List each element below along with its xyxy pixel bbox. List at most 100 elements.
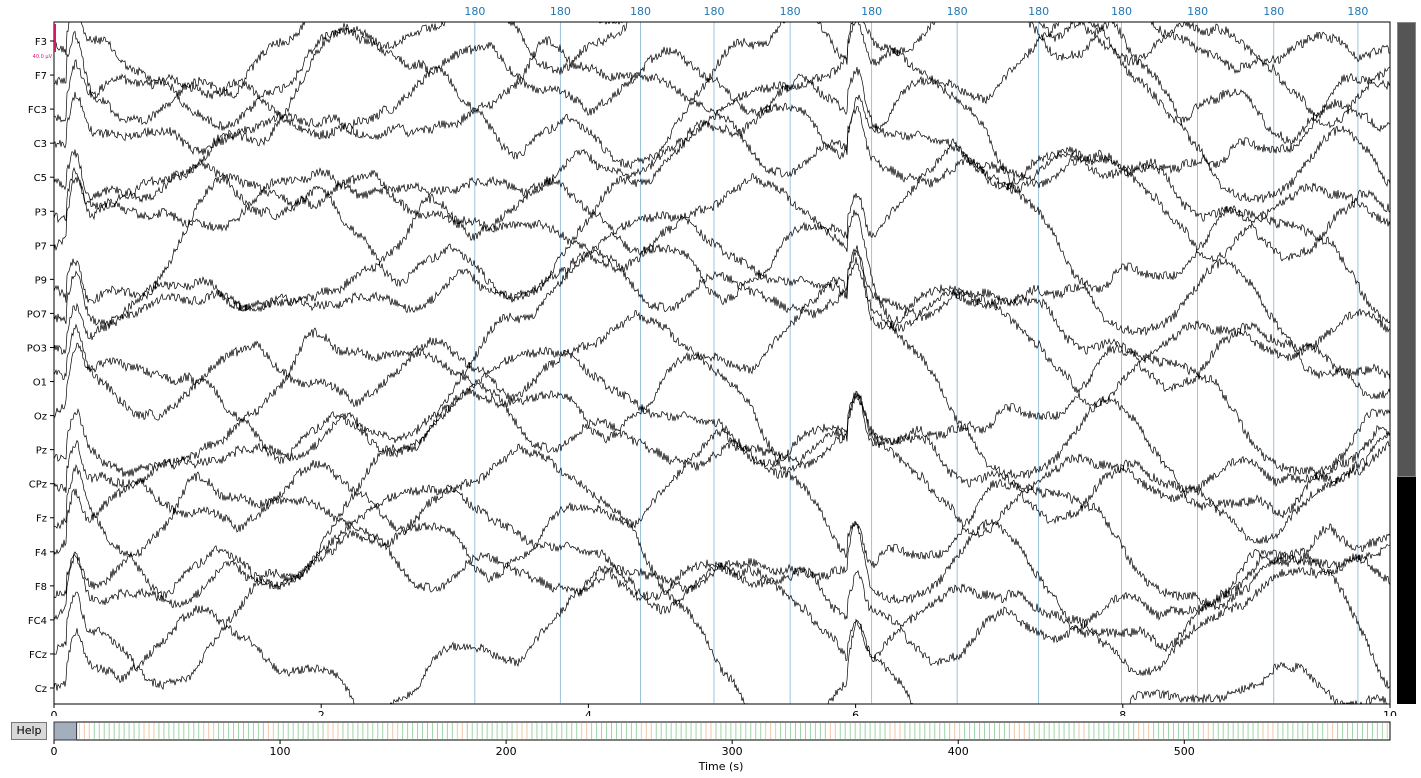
overview-view-window[interactable] [53, 721, 78, 741]
overview-stripe [700, 723, 702, 739]
overview-stripe [1177, 723, 1179, 739]
overview-stripe [611, 723, 613, 739]
overview-stripe [765, 723, 767, 739]
overview-stripe [1023, 723, 1025, 739]
time-tick-label: 10 [1383, 709, 1397, 716]
overview-stripe [615, 723, 617, 739]
overview-stripe [929, 723, 931, 739]
overview-stripe [954, 723, 956, 739]
time-ticks: 0 2 4 6 8 10 [51, 704, 1397, 716]
channel-label[interactable]: CPz [29, 480, 47, 491]
annotation-label: 180 [1111, 5, 1132, 18]
overview-stripe [357, 723, 359, 739]
channel-label[interactable]: O1 [33, 378, 47, 389]
overview-stripe [809, 723, 811, 739]
overview-stripe [859, 723, 861, 739]
overview-stripe [362, 723, 364, 739]
overview-stripe [407, 723, 409, 739]
overview-stripe [949, 723, 951, 739]
overview-stripe [988, 723, 990, 739]
overview-stripe [1113, 723, 1115, 739]
channel-label[interactable]: Pz [36, 446, 47, 457]
overview-stripe [760, 723, 762, 739]
overview-stripe [715, 723, 717, 739]
overview-stripe [551, 723, 553, 739]
overview-stripe [163, 723, 165, 739]
overview-stripe [665, 723, 667, 739]
overview-stripe [337, 723, 339, 739]
overview-stripe [486, 723, 488, 739]
overview-stripe [1058, 723, 1060, 739]
overview-stripe [1347, 723, 1349, 739]
overview-bar[interactable]: 0 100 200 300 400 500 Time (s) [0, 716, 1421, 778]
overview-stripe [193, 723, 195, 739]
overview-stripe [257, 723, 259, 739]
channel-label[interactable]: Fz [36, 514, 47, 525]
channel-label[interactable]: F8 [35, 582, 47, 593]
overview-stripe [795, 723, 797, 739]
overview-tick-label: 0 [51, 745, 58, 758]
channel-label[interactable]: P9 [35, 275, 47, 286]
overview-stripe [1048, 723, 1050, 739]
overview-stripe [620, 723, 622, 739]
overview-stripe [1078, 723, 1080, 739]
channel-label[interactable]: F3 [35, 37, 47, 48]
overview-stripe [83, 723, 85, 739]
overview-stripe [541, 723, 543, 739]
overview-stripe [630, 723, 632, 739]
overview-stripe [939, 723, 941, 739]
channel-label[interactable]: PO7 [27, 309, 47, 320]
channel-scrollbar[interactable] [1397, 22, 1416, 704]
overview-stripe [1257, 723, 1259, 739]
overview-stripe [581, 723, 583, 739]
overview-stripe [78, 723, 80, 739]
overview-stripe [367, 723, 369, 739]
overview-stripe [1182, 723, 1184, 739]
channel-scrollbar-thumb[interactable] [1397, 22, 1416, 477]
overview-stripe [571, 723, 573, 739]
channel-label[interactable]: F4 [35, 548, 47, 559]
annotation-label: 180 [703, 5, 724, 18]
overview-stripe [292, 723, 294, 739]
annotation-label: 180 [630, 5, 651, 18]
overview-stripe [1038, 723, 1040, 739]
overview-stripe [496, 723, 498, 739]
overview-stripe [302, 723, 304, 739]
overview-stripe [198, 723, 200, 739]
overview-stripe [596, 723, 598, 739]
overview-stripe [864, 723, 866, 739]
overview-stripe [267, 723, 269, 739]
channel-label[interactable]: FC4 [28, 616, 47, 627]
overview-stripe [228, 723, 230, 739]
channel-label[interactable]: C3 [34, 139, 47, 150]
channel-label[interactable]: P7 [35, 241, 47, 252]
overview-stripe [223, 723, 225, 739]
overview-stripe [660, 723, 662, 739]
overview-stripe [675, 723, 677, 739]
overview-stripe [1063, 723, 1065, 739]
overview-ticks: 0 100 200 300 400 500 [51, 740, 1195, 758]
overview-stripe [1227, 723, 1229, 739]
channel-label[interactable]: Cz [35, 684, 47, 695]
overview-stripe [1128, 723, 1130, 739]
channel-label[interactable]: FCz [29, 650, 47, 661]
overview-stripe [183, 723, 185, 739]
overview-stripe [1008, 723, 1010, 739]
overview-stripe [436, 723, 438, 739]
overview-stripe [387, 723, 389, 739]
overview-stripe [133, 723, 135, 739]
channel-label[interactable]: P3 [35, 207, 47, 218]
channel-label[interactable]: Oz [34, 412, 47, 423]
overview-stripe [1118, 723, 1120, 739]
channel-label[interactable]: FC3 [28, 105, 47, 116]
overview-stripe [725, 723, 727, 739]
channel-label[interactable]: PO3 [27, 343, 47, 354]
channel-label[interactable]: F7 [35, 71, 47, 82]
overview-stripe [287, 723, 289, 739]
channel-label[interactable]: C5 [34, 173, 47, 184]
overview-stripe [1068, 723, 1070, 739]
overview-xlabel: Time (s) [698, 760, 744, 773]
overview-stripe [471, 723, 473, 739]
eeg-traces-plot[interactable]: 180 180 180 180 180 180 180 180 180 180 180 180 F3F… [0, 0, 1421, 716]
time-tick-label: 2 [318, 709, 325, 716]
